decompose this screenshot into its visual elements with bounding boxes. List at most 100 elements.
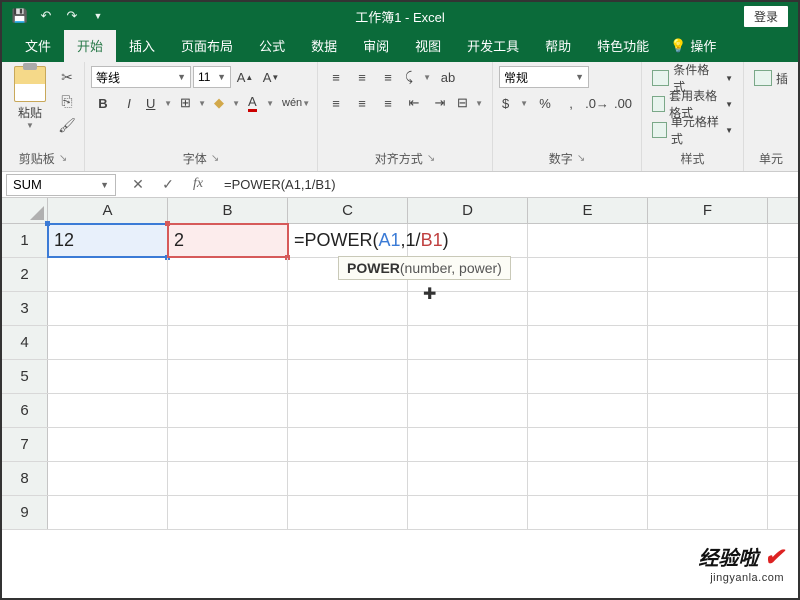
cell-C7[interactable] — [288, 428, 408, 461]
row-header-4[interactable]: 4 — [2, 326, 48, 359]
wrap-text-button[interactable]: ab — [436, 66, 460, 88]
row-header-3[interactable]: 3 — [2, 292, 48, 325]
cell-F8[interactable] — [648, 462, 768, 495]
cell-C1[interactable]: =POWER(A1,1/B1) POWER(number, power) ✚ — [288, 224, 408, 257]
fill-color-button[interactable]: ◆▼ — [211, 92, 243, 114]
cell-B2[interactable] — [168, 258, 288, 291]
font-color-button[interactable]: A▼ — [245, 92, 277, 114]
redo-icon[interactable]: ↷ — [62, 6, 82, 26]
increase-indent-button[interactable]: ⇥ — [428, 92, 452, 114]
tab-file[interactable]: 文件 — [12, 29, 64, 62]
comma-button[interactable]: , — [559, 92, 583, 114]
cell-B4[interactable] — [168, 326, 288, 359]
percent-button[interactable]: % — [533, 92, 557, 114]
tab-help[interactable]: 帮助 — [532, 29, 584, 62]
cell-F5[interactable] — [648, 360, 768, 393]
cell-A5[interactable] — [48, 360, 168, 393]
underline-button[interactable]: U▼ — [143, 92, 175, 114]
cell-A9[interactable] — [48, 496, 168, 529]
font-size-combo[interactable]: 11▼ — [193, 66, 231, 88]
number-format-combo[interactable]: 常规▼ — [499, 66, 589, 88]
cell-D3[interactable] — [408, 292, 528, 325]
cell-D4[interactable] — [408, 326, 528, 359]
qat-dropdown-icon[interactable]: ▼ — [88, 6, 108, 26]
cancel-formula-button[interactable]: ✕ — [126, 176, 150, 193]
select-all-button[interactable] — [2, 198, 48, 223]
decrease-decimal-button[interactable]: .00 — [611, 92, 635, 114]
name-box[interactable]: SUM ▼ — [6, 174, 116, 196]
align-left-button[interactable]: ≡ — [324, 92, 348, 114]
align-center-button[interactable]: ≡ — [350, 92, 374, 114]
increase-decimal-button[interactable]: .0→ — [585, 92, 609, 114]
column-header-E[interactable]: E — [528, 198, 648, 223]
cell-C5[interactable] — [288, 360, 408, 393]
tab-view[interactable]: 视图 — [402, 29, 454, 62]
row-header-5[interactable]: 5 — [2, 360, 48, 393]
tab-review[interactable]: 审阅 — [350, 29, 402, 62]
align-right-button[interactable]: ≡ — [376, 92, 400, 114]
row-header-7[interactable]: 7 — [2, 428, 48, 461]
cell-C6[interactable] — [288, 394, 408, 427]
column-header-D[interactable]: D — [408, 198, 528, 223]
align-top-button[interactable]: ≡ — [324, 66, 348, 88]
cell-F4[interactable] — [648, 326, 768, 359]
phonetic-button[interactable]: wén▼ — [279, 92, 311, 114]
formula-input[interactable]: =POWER(A1,1/B1) — [216, 177, 798, 192]
border-button[interactable]: ⊞▼ — [177, 92, 209, 114]
undo-icon[interactable]: ↶ — [36, 6, 56, 26]
cell-C8[interactable] — [288, 462, 408, 495]
cell-A6[interactable] — [48, 394, 168, 427]
row-header-2[interactable]: 2 — [2, 258, 48, 291]
cell-F2[interactable] — [648, 258, 768, 291]
cell-D8[interactable] — [408, 462, 528, 495]
decrease-indent-button[interactable]: ⇤ — [402, 92, 426, 114]
cell-E4[interactable] — [528, 326, 648, 359]
cell-F7[interactable] — [648, 428, 768, 461]
cell-B3[interactable] — [168, 292, 288, 325]
cell-B9[interactable] — [168, 496, 288, 529]
accounting-format-button[interactable]: $▼ — [499, 92, 531, 114]
dialog-launcher-icon[interactable]: ↘ — [211, 153, 219, 164]
cell-C4[interactable] — [288, 326, 408, 359]
cell-D7[interactable] — [408, 428, 528, 461]
cell-E2[interactable] — [528, 258, 648, 291]
dialog-launcher-icon[interactable]: ↘ — [427, 153, 435, 164]
tab-formulas[interactable]: 公式 — [246, 29, 298, 62]
login-button[interactable]: 登录 — [744, 6, 788, 27]
row-header-8[interactable]: 8 — [2, 462, 48, 495]
tab-developer[interactable]: 开发工具 — [454, 29, 532, 62]
cell-E9[interactable] — [528, 496, 648, 529]
tab-data[interactable]: 数据 — [298, 29, 350, 62]
insert-cells-button[interactable]: 插 — [750, 66, 792, 90]
cell-E6[interactable] — [528, 394, 648, 427]
cell-E3[interactable] — [528, 292, 648, 325]
row-header-9[interactable]: 9 — [2, 496, 48, 529]
cell-E8[interactable] — [528, 462, 648, 495]
merge-button[interactable]: ⊟▼ — [454, 92, 486, 114]
cell-D9[interactable] — [408, 496, 528, 529]
row-header-1[interactable]: 1 — [2, 224, 48, 257]
italic-button[interactable]: I — [117, 92, 141, 114]
cell-A4[interactable] — [48, 326, 168, 359]
cell-D6[interactable] — [408, 394, 528, 427]
cell-A8[interactable] — [48, 462, 168, 495]
paste-button[interactable]: 粘贴 ▼ — [8, 66, 52, 148]
font-name-combo[interactable]: 等线▼ — [91, 66, 191, 88]
align-bottom-button[interactable]: ≡ — [376, 66, 400, 88]
cut-button[interactable]: ✂ — [56, 66, 78, 88]
column-header-B[interactable]: B — [168, 198, 288, 223]
cell-A2[interactable] — [48, 258, 168, 291]
cell-A3[interactable] — [48, 292, 168, 325]
cell-D5[interactable] — [408, 360, 528, 393]
cell-F9[interactable] — [648, 496, 768, 529]
dialog-launcher-icon[interactable]: ↘ — [59, 153, 67, 164]
cell-F1[interactable] — [648, 224, 768, 257]
dialog-launcher-icon[interactable]: ↘ — [577, 153, 585, 164]
column-header-F[interactable]: F — [648, 198, 768, 223]
cell-F3[interactable] — [648, 292, 768, 325]
column-header-C[interactable]: C — [288, 198, 408, 223]
cell-F6[interactable] — [648, 394, 768, 427]
tab-insert[interactable]: 插入 — [116, 29, 168, 62]
cell-C3[interactable] — [288, 292, 408, 325]
cell-B8[interactable] — [168, 462, 288, 495]
